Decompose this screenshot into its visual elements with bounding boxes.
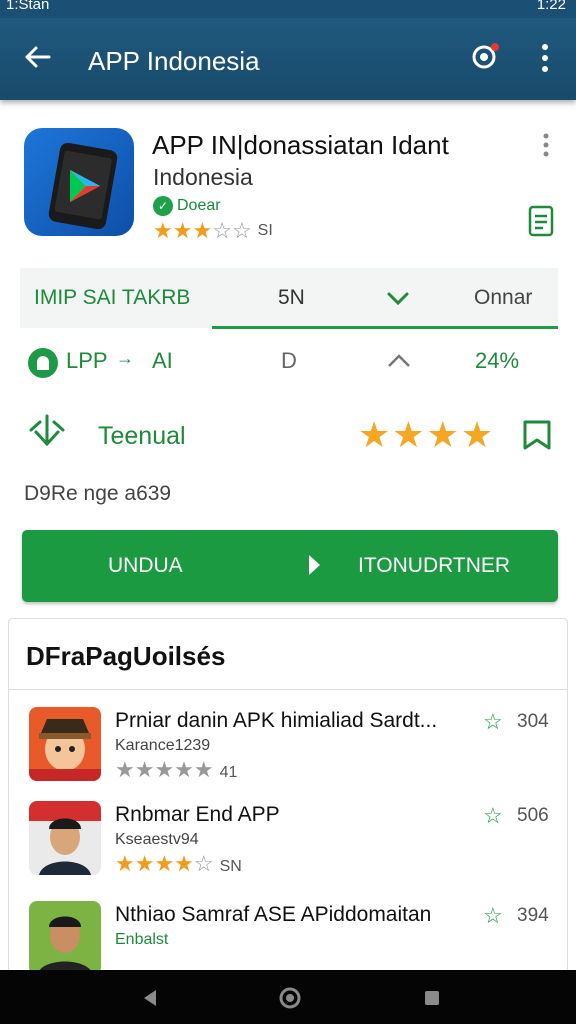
app-icon[interactable] — [24, 128, 134, 236]
tab-other[interactable]: Onnar — [474, 286, 532, 310]
list-item[interactable]: Nthiao Samraf ASE APiddomaitan Enbalst ☆… — [9, 901, 567, 977]
info-mid: AI — [152, 348, 173, 373]
size-text: D9Re nge a639 — [24, 482, 172, 505]
nav-recents-icon[interactable] — [422, 988, 442, 1008]
feature-row: Teenual ★★★★ — [0, 404, 576, 464]
status-time-right: 1:22 — [536, 0, 566, 13]
status-time-left: 1:Stan — [6, 0, 50, 13]
card-title: DFraPagUoilsés — [26, 641, 226, 671]
item-rating-count: 41 — [219, 764, 238, 781]
related-apps-card: DFraPagUoilsés Prniar danin APK himialia… — [8, 618, 568, 978]
share-icon[interactable] — [468, 40, 502, 74]
star-icon: ★ — [172, 218, 193, 243]
info-left-label: LPP — [66, 348, 108, 373]
app-name: APP IN|donassiatan Idant — [152, 130, 449, 160]
star-icon: ★ — [153, 218, 173, 243]
star-outline-icon[interactable]: ☆ — [483, 903, 503, 929]
star-outline-icon[interactable]: ☆ — [483, 803, 503, 829]
badge-row: ✓ Doear — [153, 196, 221, 216]
nav-back-icon[interactable] — [140, 988, 160, 1008]
info-percent: 24% — [475, 348, 520, 373]
tab-bar: IMIP SAI TAKRB 5N Onnar — [20, 268, 558, 328]
item-rating-count: SN — [219, 858, 242, 875]
install-right-label: ITONUDRTNER — [358, 554, 511, 577]
item-rating: ★★★★★ 41 — [115, 757, 237, 783]
item-title: Nthiao Samraf ASE APiddomaitan — [115, 903, 432, 926]
badge-icon: ✓ — [153, 196, 173, 216]
list-item[interactable]: Rnbmar End APP Kseaestv94 ★★★★☆ SN ☆ 506 — [9, 801, 567, 891]
rating-count: SI — [257, 222, 273, 239]
document-icon[interactable] — [527, 204, 555, 238]
back-arrow-icon[interactable] — [22, 42, 52, 72]
star-empty-icon: ★★★★★ — [115, 757, 214, 782]
status-bar: 1:Stan 1:22 — [0, 0, 576, 18]
info-row: LPP → AI D 24% — [0, 338, 576, 386]
star-outline-icon[interactable]: ☆ — [483, 709, 503, 735]
feature-label: Teenual — [98, 422, 186, 450]
star-icon: ★ — [426, 414, 461, 455]
item-count: 506 — [517, 805, 549, 826]
item-subtitle: Karance1239 — [115, 737, 211, 754]
app-header: APP IN|donassiatan Idant Indonesia ✓ Doe… — [0, 100, 576, 270]
download-icon[interactable] — [26, 412, 68, 456]
star-empty-icon: ☆ — [212, 218, 232, 243]
item-rating: ★★★★☆ SN — [115, 851, 242, 877]
check-icon[interactable] — [386, 288, 410, 308]
more-vert-icon[interactable] — [538, 132, 554, 158]
app-bar: APP Indonesia — [0, 18, 576, 100]
star-icon: ★★★★ — [115, 851, 194, 876]
feature-stars: ★★★★ — [358, 414, 495, 456]
badge-label: Doear — [177, 197, 221, 214]
chevron-up-icon[interactable] — [386, 352, 412, 370]
phone-play-icon — [48, 142, 118, 230]
install-button[interactable]: UNDUA ITONUDRTNER — [22, 530, 558, 602]
install-left-label: UNDUA — [108, 554, 183, 577]
item-count: 304 — [517, 711, 549, 732]
star-empty-icon: ☆ — [193, 851, 214, 876]
play-icon — [309, 555, 320, 575]
thumbnail — [29, 801, 101, 875]
item-count: 394 — [517, 905, 549, 926]
app-badge-icon — [28, 348, 58, 378]
more-vert-icon[interactable] — [535, 42, 555, 74]
thumbnail — [29, 707, 101, 781]
info-arrow: → — [116, 348, 134, 368]
item-subtitle: Enbalst — [115, 931, 169, 948]
star-icon: ★ — [192, 218, 213, 243]
app-bar-title: APP Indonesia — [88, 46, 260, 76]
tab-count[interactable]: 5N — [278, 286, 305, 310]
thumbnail — [29, 901, 101, 975]
star-icon: ★ — [392, 414, 427, 455]
info-d: D — [281, 348, 297, 373]
item-subtitle: Kseaestv94 — [115, 831, 199, 848]
system-nav-bar — [0, 970, 576, 1024]
nav-home-icon[interactable] — [278, 986, 302, 1010]
tab-overview[interactable]: IMIP SAI TAKRB — [34, 286, 190, 310]
star-icon: ★ — [358, 414, 393, 455]
star-icon: ★ — [460, 414, 496, 455]
tab-indicator — [212, 326, 558, 329]
bookmark-icon[interactable] — [520, 416, 554, 452]
list-item[interactable]: Prniar danin APK himialiad Sardt... Kara… — [9, 707, 567, 797]
star-empty-icon: ☆ — [231, 218, 252, 243]
developer-name[interactable]: Indonesia — [153, 164, 253, 191]
item-title: Prniar danin APK himialiad Sardt... — [115, 709, 438, 732]
app-rating: ★ ★ ★ ☆ ☆ SI — [153, 218, 273, 244]
item-title: Rnbmar End APP — [115, 803, 280, 826]
divider — [9, 689, 567, 690]
